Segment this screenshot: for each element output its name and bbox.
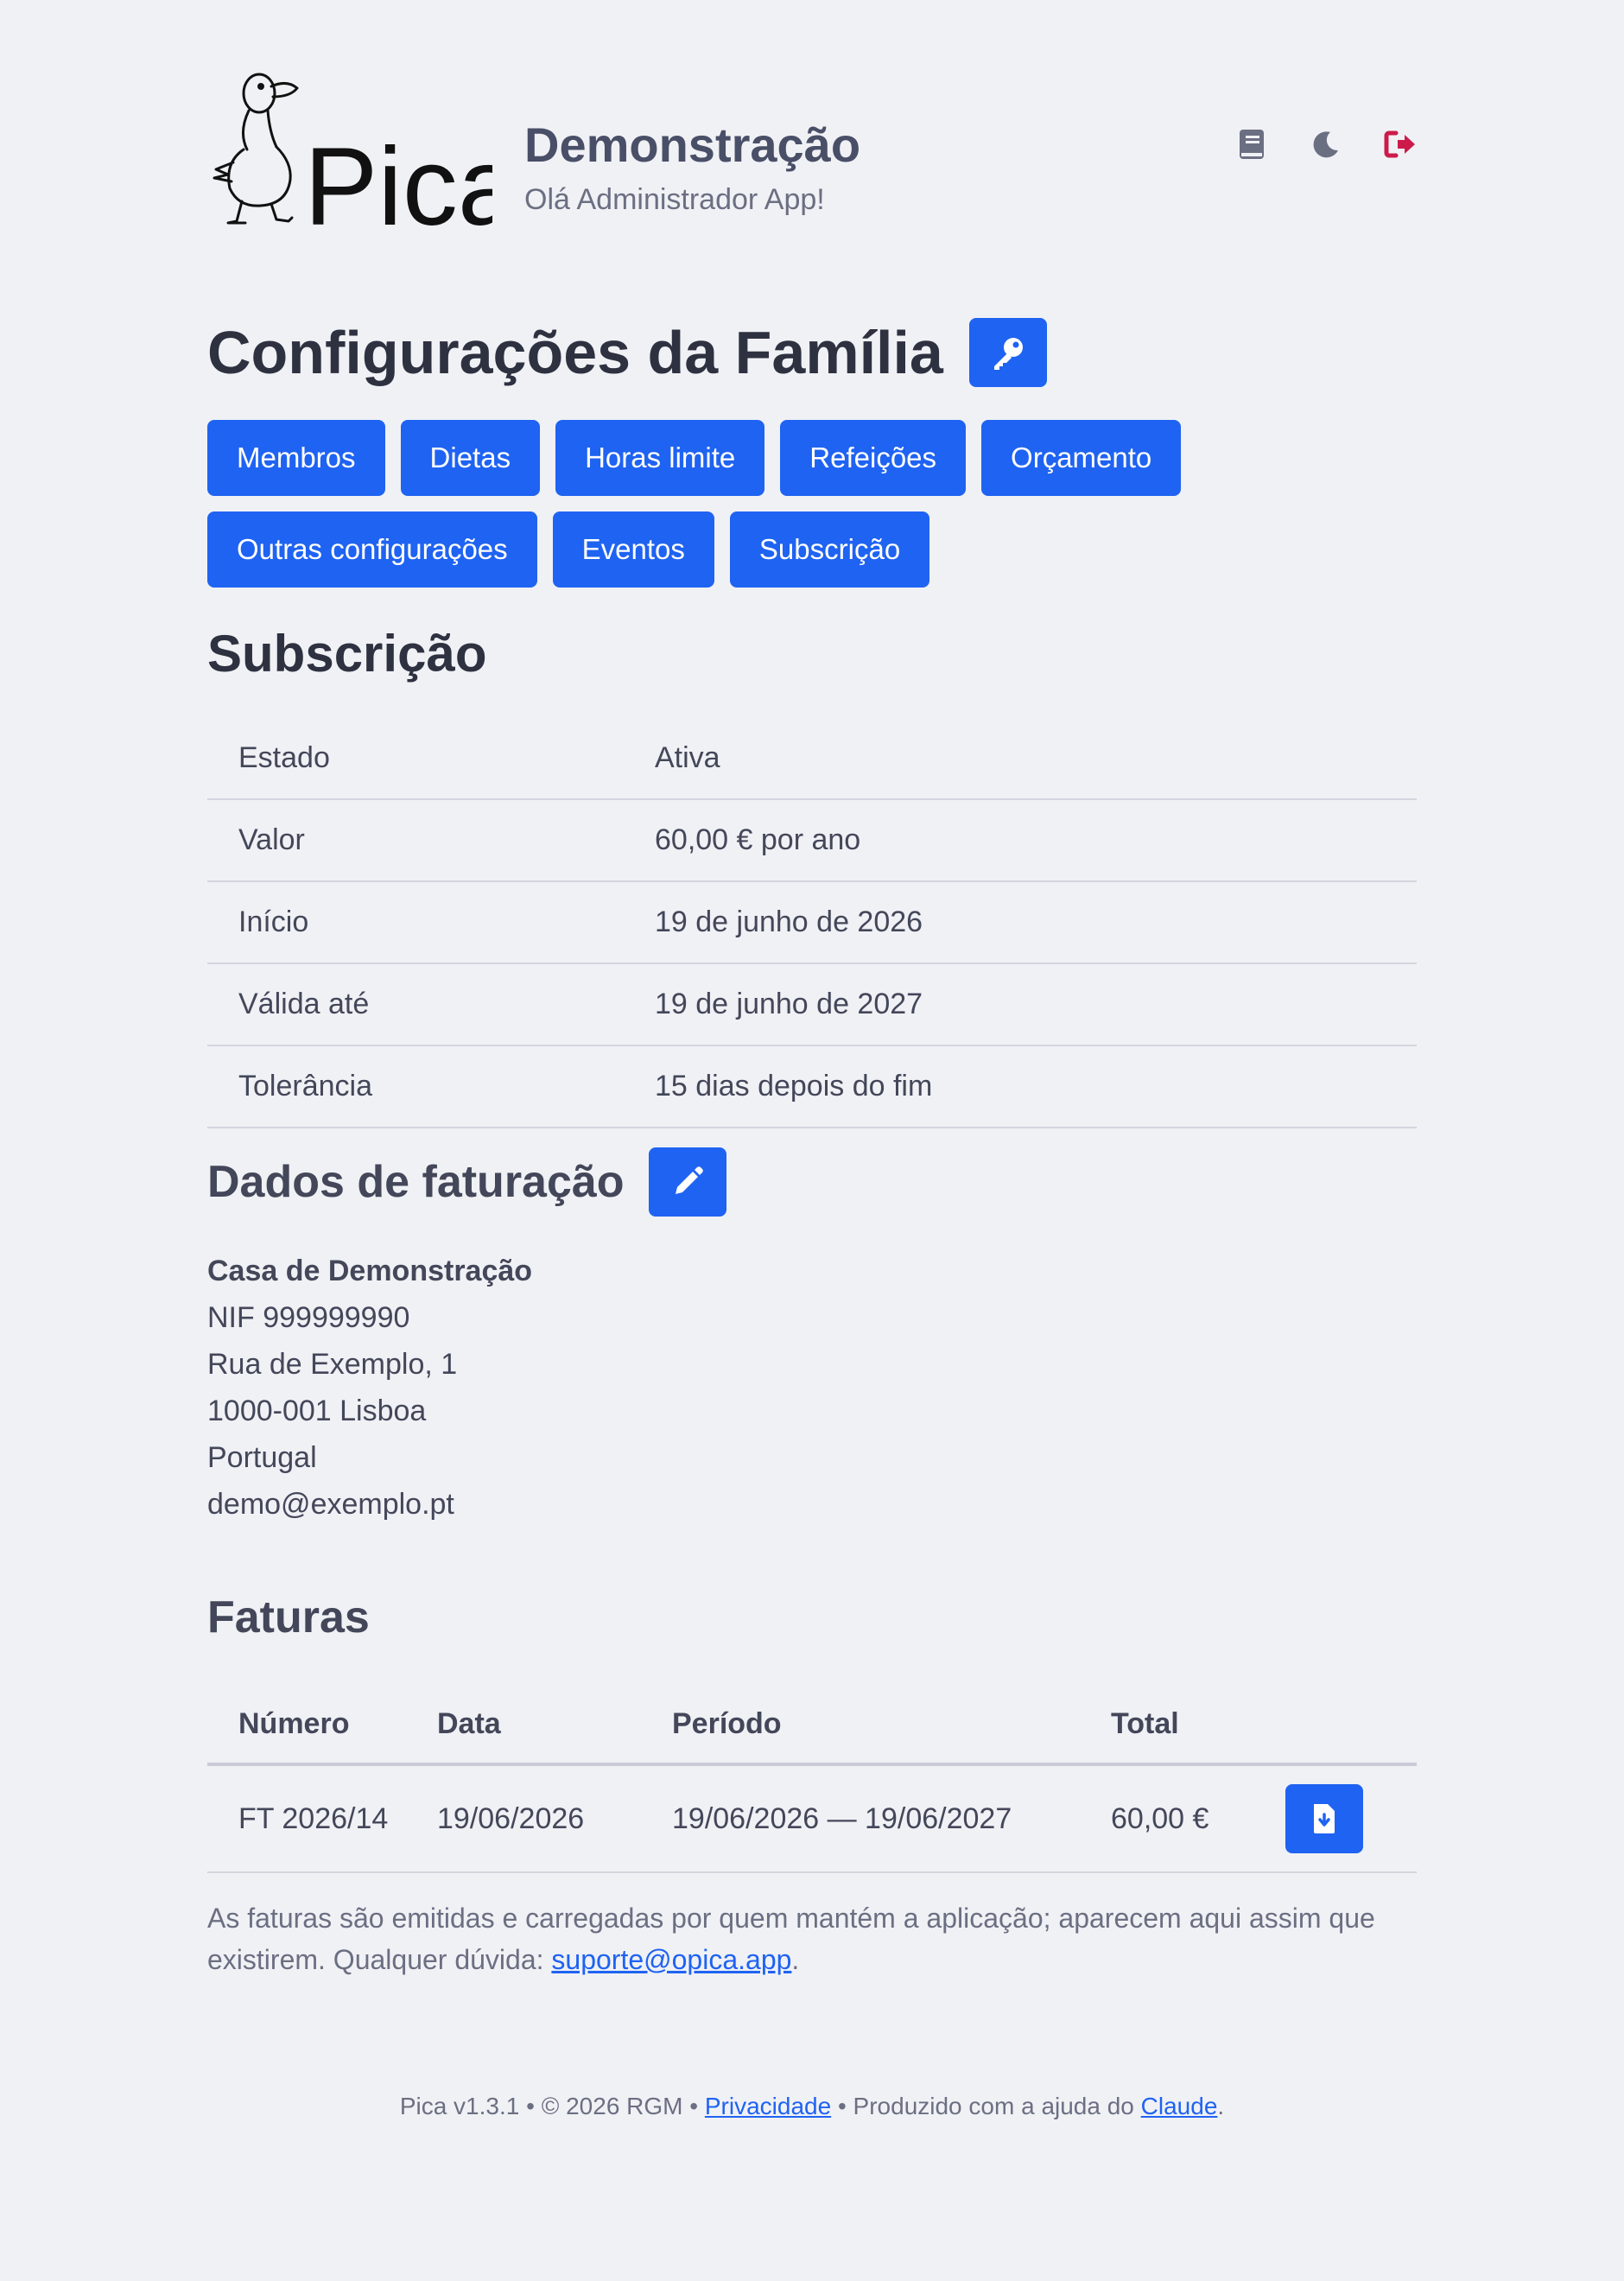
billing-street: Rua de Exemplo, 1	[207, 1348, 458, 1381]
billing-email: demo@exemplo.pt	[207, 1488, 454, 1521]
billing-nif: NIF 999999990	[207, 1301, 410, 1334]
pica-logo[interactable]: Pica	[207, 67, 492, 236]
table-row: Início 19 de junho de 2026	[207, 881, 1417, 964]
support-email-link[interactable]: suporte@opica.app	[551, 1944, 791, 1975]
row-label: Início	[207, 881, 654, 964]
invoice-date: 19/06/2026	[436, 1764, 671, 1873]
row-value: 19 de junho de 2027	[654, 963, 1417, 1046]
billing-name: Casa de Demonstração	[207, 1255, 533, 1287]
billing-city: 1000-001 Lisboa	[207, 1395, 427, 1427]
col-number: Número	[207, 1685, 436, 1766]
invoice-total: 60,00 €	[1110, 1764, 1285, 1873]
invoice-number: FT 2026/14	[207, 1764, 436, 1873]
col-date: Data	[436, 1685, 671, 1766]
billing-country: Portugal	[207, 1441, 317, 1474]
row-value: 19 de junho de 2026	[654, 881, 1417, 964]
billing-address: Casa de Demonstração NIF 999999990 Rua d…	[207, 1248, 532, 1528]
family-key-button[interactable]	[968, 318, 1047, 387]
page-container: Pica Demonstração Olá Administrador App!…	[207, 0, 1417, 1975]
tab-refeicoes[interactable]: Refeições	[780, 420, 967, 496]
header: Pica Demonstração Olá Administrador App!	[207, 0, 1417, 259]
tab-row-1: Membros Dietas Horas limite Refeições Or…	[207, 420, 1417, 496]
claude-link[interactable]: Claude	[1141, 2093, 1218, 2119]
tab-orcamento[interactable]: Orçamento	[981, 420, 1182, 496]
col-period: Período	[671, 1685, 1110, 1766]
row-label: Válida até	[207, 963, 654, 1046]
footer: Pica v1.3.1 • © 2026 RGM • Privacidade •…	[0, 2093, 1624, 2120]
logo-text: Pica	[304, 125, 492, 236]
brand-block: Demonstração Olá Administrador App!	[524, 118, 860, 217]
page-title-row: Configurações da Família	[207, 318, 1047, 387]
row-value: Ativa	[654, 719, 1417, 800]
subscription-title: Subscrição	[207, 625, 487, 683]
invoice-period: 19/06/2026 — 19/06/2027	[671, 1764, 1110, 1873]
file-download-icon	[1314, 1804, 1335, 1833]
settings-tabs: Membros Dietas Horas limite Refeições Or…	[207, 420, 1417, 603]
table-row: Tolerância 15 dias depois do fim	[207, 1045, 1417, 1128]
tab-eventos[interactable]: Eventos	[552, 511, 714, 588]
billing-title: Dados de faturação	[207, 1157, 625, 1207]
book-icon[interactable]	[1235, 128, 1268, 161]
billing-title-row: Dados de faturação	[207, 1147, 726, 1217]
subscription-table: Estado Ativa Valor 60,00 € por ano Iníci…	[207, 719, 1417, 1128]
footer-text: Pica v1.3.1 • © 2026 RGM •	[399, 2093, 705, 2119]
invoice-actions	[1285, 1764, 1417, 1873]
row-label: Estado	[207, 719, 654, 800]
logout-icon[interactable]	[1384, 128, 1417, 161]
greeting: Olá Administrador App!	[524, 183, 825, 216]
col-actions	[1285, 1685, 1417, 1766]
table-row: Estado Ativa	[207, 719, 1417, 800]
edit-billing-button[interactable]	[648, 1147, 726, 1217]
tab-subscricao[interactable]: Subscrição	[729, 511, 930, 588]
moon-icon[interactable]	[1310, 128, 1342, 161]
tab-row-2: Outras configurações Eventos Subscrição	[207, 511, 1417, 588]
col-total: Total	[1110, 1685, 1285, 1766]
footer-text: • Produzido com a ajuda do	[831, 2093, 1141, 2119]
page-title: Configurações da Família	[207, 319, 943, 386]
row-value: 60,00 € por ano	[654, 799, 1417, 882]
invoices-table: Número Data Período Total FT 2026/14 19/…	[207, 1685, 1417, 1873]
tab-outras-configuracoes[interactable]: Outras configurações	[207, 511, 537, 588]
table-row: FT 2026/14 19/06/2026 19/06/2026 — 19/06…	[207, 1764, 1417, 1873]
row-value: 15 dias depois do fim	[654, 1045, 1417, 1128]
tab-dietas[interactable]: Dietas	[400, 420, 541, 496]
tab-horas-limite[interactable]: Horas limite	[555, 420, 765, 496]
note-end: .	[791, 1944, 800, 1975]
table-row: Valor 60,00 € por ano	[207, 799, 1417, 882]
top-icons	[1235, 128, 1417, 161]
invoices-note: As faturas são emitidas e carregadas por…	[207, 1897, 1417, 1980]
table-header-row: Número Data Período Total	[207, 1685, 1417, 1766]
row-label: Valor	[207, 799, 654, 882]
key-icon	[993, 338, 1023, 370]
household-title: Demonstração	[524, 118, 861, 172]
pencil-icon	[675, 1166, 703, 1194]
privacy-link[interactable]: Privacidade	[705, 2093, 831, 2119]
tab-membros[interactable]: Membros	[207, 420, 385, 496]
row-label: Tolerância	[207, 1045, 654, 1128]
footer-text: .	[1217, 2093, 1225, 2119]
invoices-title: Faturas	[207, 1592, 370, 1642]
table-row: Válida até 19 de junho de 2027	[207, 963, 1417, 1046]
download-invoice-button[interactable]	[1285, 1784, 1363, 1853]
